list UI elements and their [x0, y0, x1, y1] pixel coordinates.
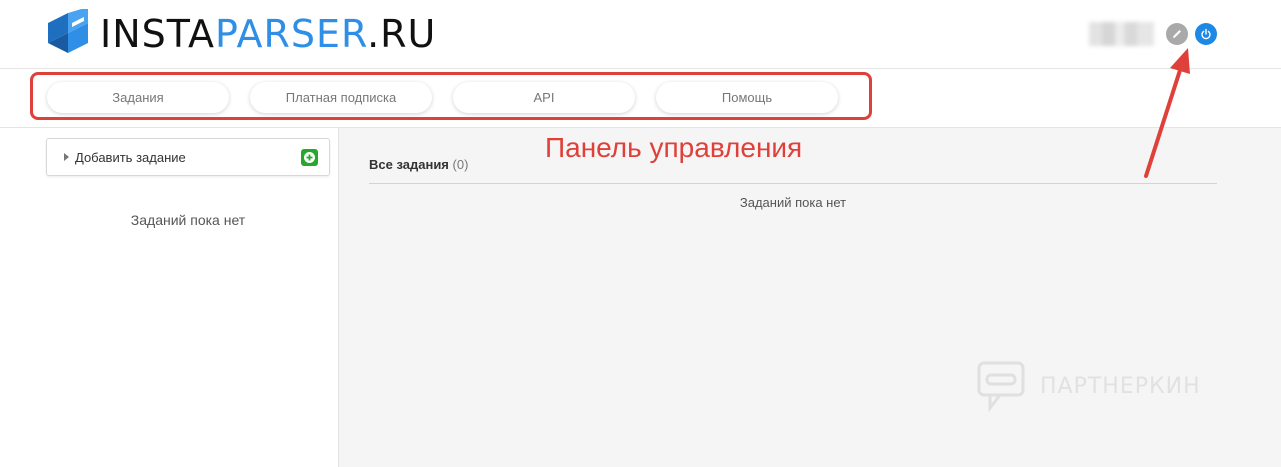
annotation-arrow: [1144, 48, 1190, 178]
annotation-highlight-box: [30, 72, 872, 120]
logo-icon: [48, 9, 88, 53]
task-count: (0): [452, 157, 469, 172]
plus-icon[interactable]: [301, 149, 318, 166]
add-task-button[interactable]: Добавить задание: [46, 138, 330, 176]
watermark-text: ПАРТНЕРКИН: [1040, 373, 1201, 399]
watermark: ПАРТНЕРКИН: [976, 360, 1201, 412]
add-task-label: Добавить задание: [75, 150, 186, 165]
pencil-icon: [1173, 30, 1181, 38]
logo-text-ru: .RU: [367, 12, 437, 56]
logo-text: INSTAPARSER.RU: [100, 9, 436, 59]
logo-text-parser: PARSER: [215, 12, 368, 56]
divider: [369, 183, 1217, 184]
watermark-logo-icon: [977, 361, 1025, 412]
sidebar-empty-message: Заданий пока нет: [130, 212, 246, 228]
header: INSTAPARSER.RU: [0, 0, 1281, 69]
main-empty-message: Заданий пока нет: [739, 195, 847, 210]
power-icon: [1201, 28, 1211, 40]
annotation-label: Панель управления: [545, 132, 803, 163]
caret-right-icon: [64, 153, 69, 161]
logo[interactable]: INSTAPARSER.RU: [46, 9, 436, 59]
all-tasks-heading: Все задания (0): [369, 157, 468, 172]
logo-text-insta: INSTA: [100, 12, 216, 56]
plus-glyph: [304, 152, 315, 163]
sidebar: [0, 128, 339, 467]
all-tasks-title: Все задания: [369, 157, 449, 172]
